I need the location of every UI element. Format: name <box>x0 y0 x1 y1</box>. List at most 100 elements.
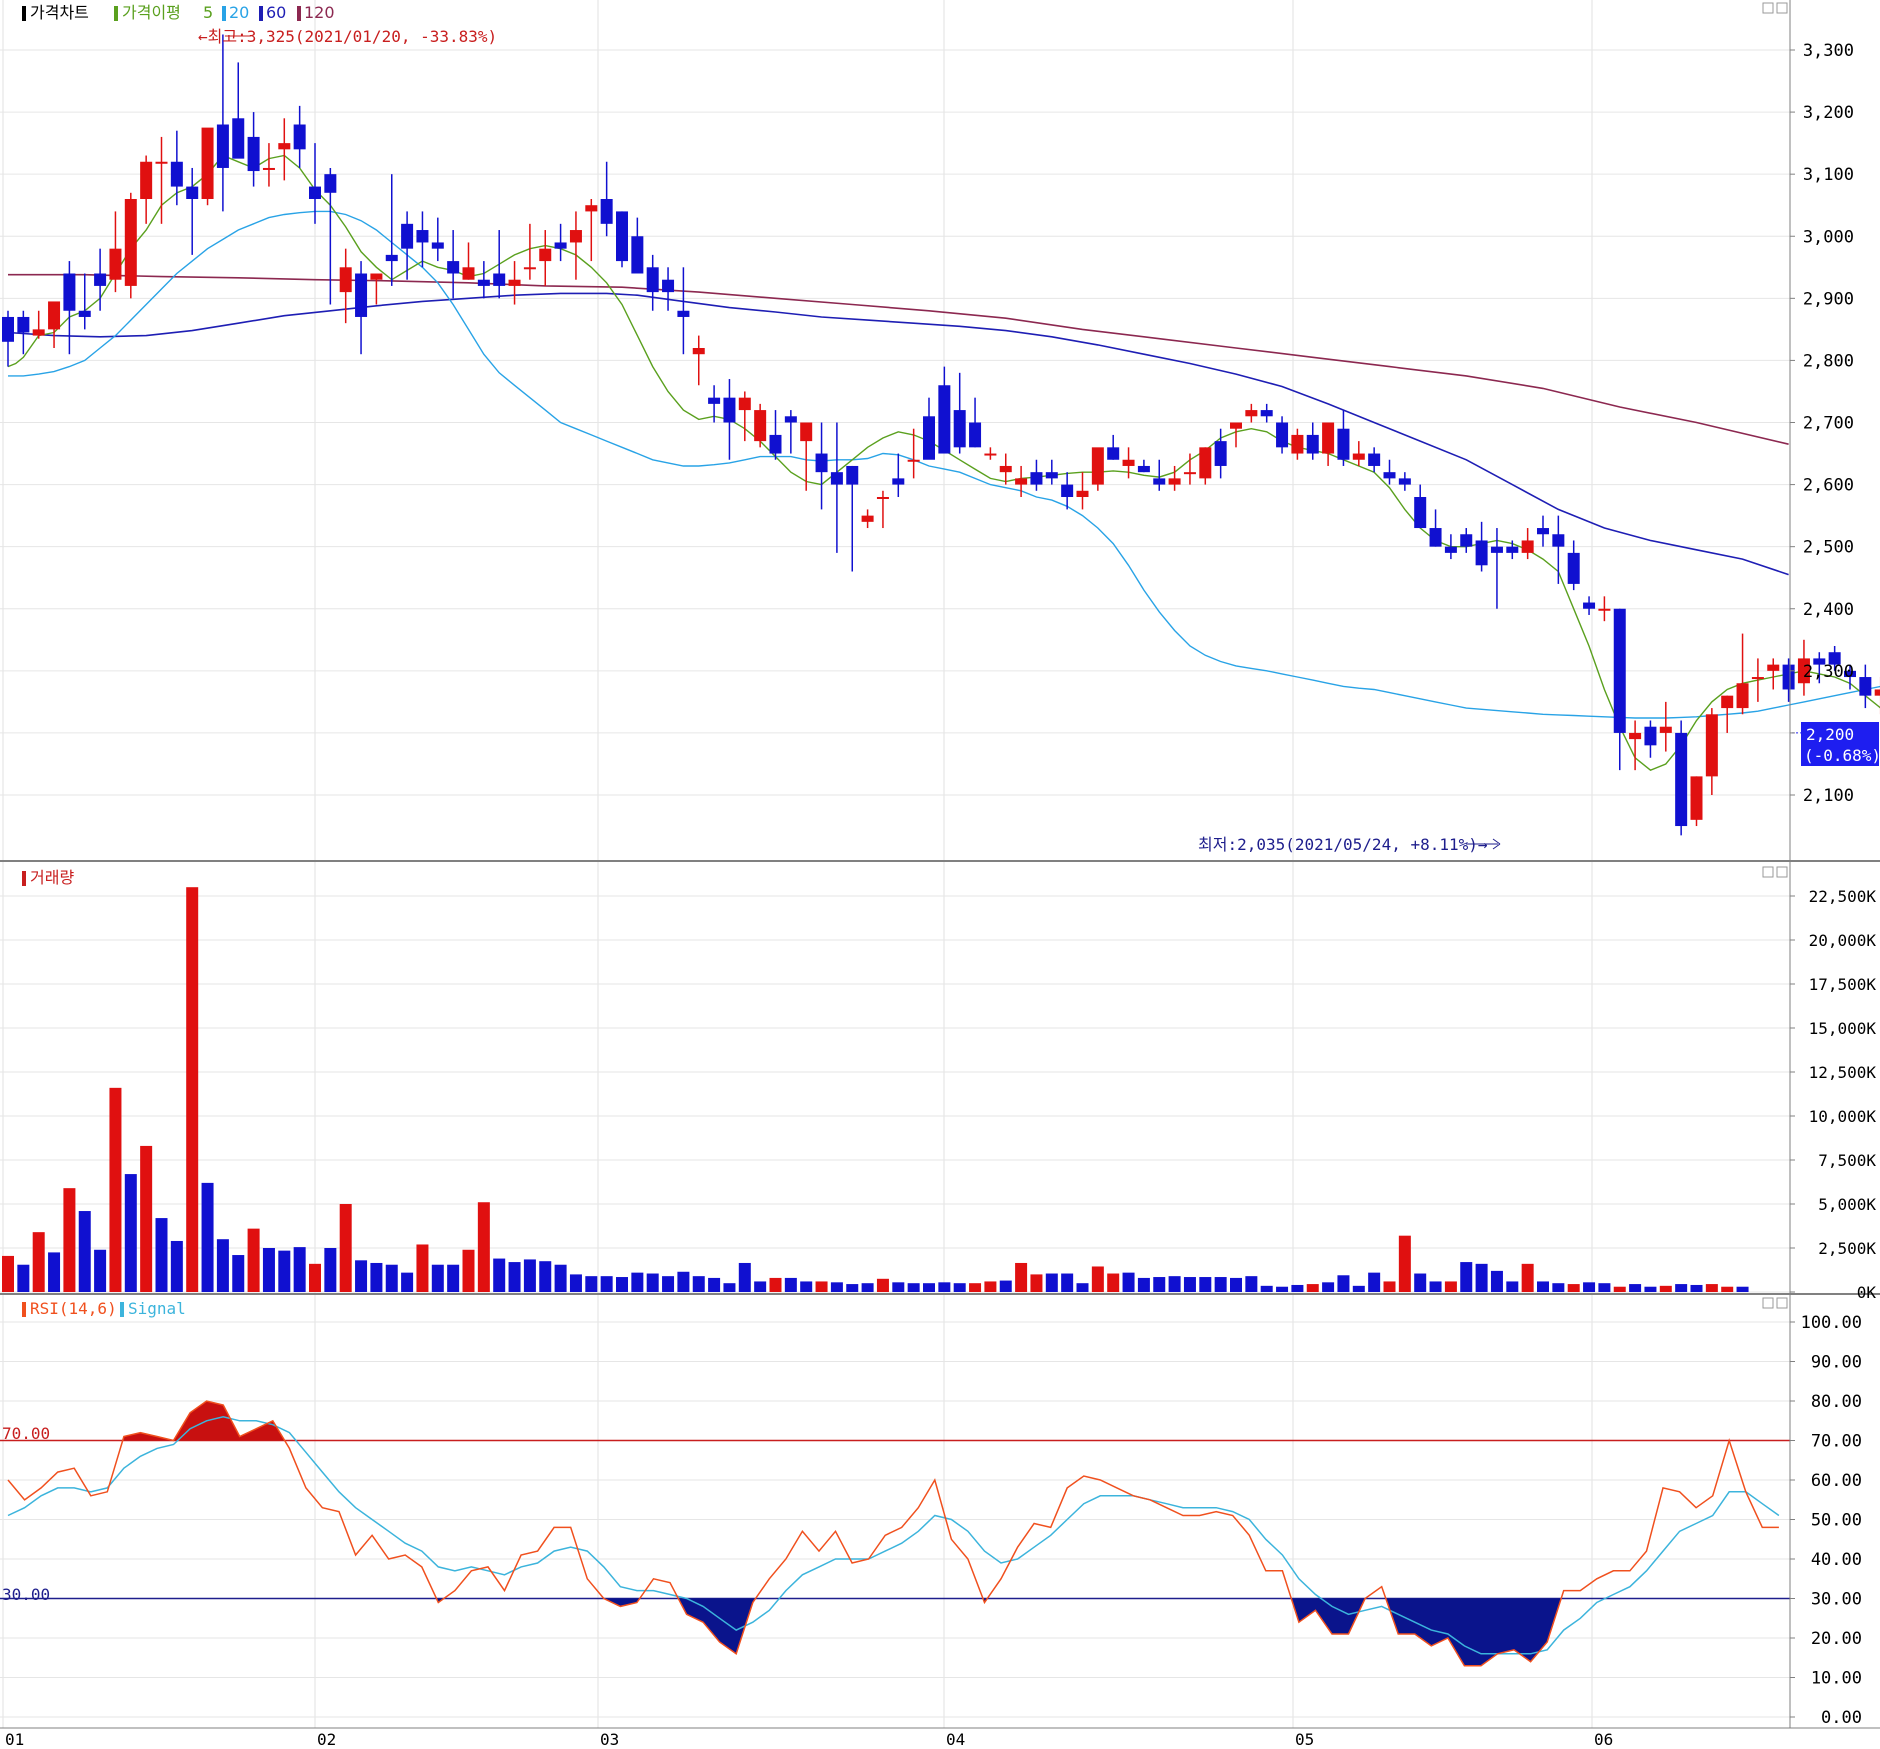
ma-legend-label: 가격이평 <box>122 3 181 22</box>
volume-tick-label: 22,500K <box>1809 887 1877 906</box>
volume-bar <box>1137 1277 1150 1292</box>
volume-bar <box>477 1202 490 1292</box>
candle-body <box>1291 434 1304 454</box>
minimize-icon[interactable] <box>1762 866 1774 878</box>
volume-bar <box>646 1273 659 1292</box>
x-tick-label: 04 <box>946 1730 965 1749</box>
price-tick-label: 3,000 <box>1803 227 1854 247</box>
volume-bar <box>631 1272 644 1292</box>
price-tick-label: 2,400 <box>1803 600 1854 620</box>
candle-body <box>1644 726 1657 746</box>
close-icon[interactable] <box>1776 866 1788 878</box>
volume-bar <box>754 1281 767 1292</box>
candle-body <box>523 267 536 270</box>
volume-tick-label: 15,000K <box>1809 1019 1877 1038</box>
candle-body <box>692 348 705 355</box>
rsi-tick-label: 0.00 <box>1821 1708 1862 1728</box>
candle-body <box>1015 478 1028 485</box>
volume-bar <box>1245 1276 1258 1292</box>
volume-bar <box>892 1282 905 1292</box>
volume-bar <box>1368 1272 1381 1292</box>
minimize-icon[interactable] <box>1762 2 1774 14</box>
volume-bar <box>1276 1286 1289 1292</box>
volume-bar <box>1015 1262 1028 1292</box>
candle-body <box>677 310 690 317</box>
candle-body <box>1368 453 1381 466</box>
rsi-tick-label: 40.00 <box>1811 1550 1862 1570</box>
volume-bar <box>63 1188 76 1292</box>
candle-body <box>1076 490 1089 497</box>
candle-body <box>938 385 951 454</box>
volume-bar <box>1521 1263 1534 1292</box>
rsi-tick-label: 10.00 <box>1811 1669 1862 1689</box>
volume-bar <box>1061 1273 1074 1292</box>
candle-body <box>508 279 521 286</box>
volume-bar <box>677 1271 690 1292</box>
volume-bar <box>201 1182 214 1292</box>
ma120-legend: 120 <box>304 3 335 22</box>
price-tick-label: 2,300 <box>1803 662 1854 682</box>
volume-bar <box>723 1283 736 1292</box>
volume-tick-label: 7,500K <box>1818 1151 1876 1170</box>
close-icon[interactable] <box>1776 1297 1788 1309</box>
volume-bar <box>247 1228 260 1292</box>
x-tick-label: 05 <box>1295 1730 1314 1749</box>
signal-legend-label: Signal <box>128 1299 186 1318</box>
candle-body <box>355 273 368 317</box>
volume-bar <box>1122 1272 1135 1292</box>
price-tick-label: 2,500 <box>1803 538 1854 558</box>
volume-bar <box>508 1262 521 1292</box>
candle-body <box>1383 472 1396 479</box>
candle-body <box>1460 534 1473 547</box>
candle-body <box>293 124 306 150</box>
volume-bar <box>554 1264 567 1292</box>
candle-body <box>1736 683 1749 709</box>
volume-bar <box>984 1281 997 1292</box>
volume-bar <box>1322 1282 1335 1292</box>
volume-bar <box>1598 1283 1611 1292</box>
volume-bar <box>1460 1262 1473 1292</box>
price-tick-label: 2,100 <box>1803 786 1854 806</box>
price-tick-label: 2,900 <box>1803 289 1854 309</box>
candle-body <box>63 273 76 311</box>
price-tick-label: 2,600 <box>1803 476 1854 496</box>
legend-swatch <box>22 6 26 21</box>
last-price-value: 2,200 <box>1806 725 1854 744</box>
volume-bar <box>324 1248 337 1292</box>
legend-swatch <box>297 6 301 21</box>
candle-body <box>447 261 460 274</box>
candle-body <box>1061 484 1074 497</box>
candle-body <box>738 397 751 411</box>
candle-body <box>1153 478 1166 485</box>
candle-body <box>723 397 736 423</box>
candle-body <box>2 316 14 342</box>
volume-bar <box>1429 1281 1442 1292</box>
candle-body <box>861 515 874 522</box>
volume-bar <box>953 1283 966 1292</box>
candle-body <box>1583 602 1596 609</box>
minimize-icon[interactable] <box>1762 1297 1774 1309</box>
candle-body <box>662 279 675 293</box>
volume-bar <box>1337 1275 1350 1292</box>
x-tick-label: 01 <box>5 1730 24 1749</box>
candle-body <box>646 267 659 293</box>
close-icon[interactable] <box>1776 2 1788 14</box>
volume-bar <box>1475 1263 1488 1292</box>
volume-bar <box>109 1087 122 1292</box>
volume-bar <box>2 1255 14 1292</box>
volume-tick-label: 17,500K <box>1809 975 1877 994</box>
rsi-tick-label: 90.00 <box>1811 1353 1862 1373</box>
chart-background <box>0 0 1880 1749</box>
candle-body <box>830 472 843 485</box>
candle-body <box>1598 608 1611 611</box>
candle-body <box>140 161 153 199</box>
price-tick-label: 2,800 <box>1803 351 1854 371</box>
candle-body <box>1168 478 1181 485</box>
rsi-level-30-label: 30.00 <box>2 1585 50 1604</box>
volume-bar <box>1659 1285 1672 1292</box>
last-price-change: (-0.68%) <box>1804 746 1880 765</box>
candle-body <box>1414 497 1427 529</box>
volume-bar <box>907 1283 920 1292</box>
volume-bar <box>784 1277 797 1292</box>
volume-bar <box>170 1240 183 1292</box>
